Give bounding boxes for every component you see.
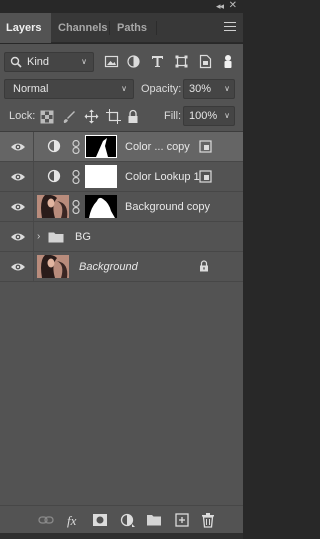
chevron-down-icon[interactable]: ∨ (224, 84, 230, 93)
tab-label: Channels (58, 22, 108, 34)
shape-filter-icon[interactable] (174, 54, 189, 69)
layer-name[interactable]: Background copy (125, 201, 210, 213)
layer-row[interactable]: Color ... copy (0, 132, 243, 162)
new-layer-icon[interactable] (174, 512, 190, 528)
layer-image-thumbnail[interactable] (37, 254, 69, 278)
panel-menu-icon[interactable] (224, 22, 236, 33)
close-panel-icon[interactable]: ✕ (229, 0, 237, 11)
eye-icon[interactable] (10, 201, 26, 213)
tab-label: Layers (6, 22, 42, 34)
blend-row: Normal ∨ Opacity: 30% ∨ (0, 79, 243, 101)
add-mask-icon[interactable] (92, 512, 108, 528)
adjustment-filter-icon[interactable] (126, 54, 141, 69)
layer-name[interactable]: Color ... copy (125, 141, 190, 153)
opacity-label: Opacity: (141, 83, 182, 95)
new-group-icon[interactable] (146, 512, 162, 528)
chevron-down-icon: ∨ (121, 84, 127, 93)
search-icon (10, 56, 22, 68)
lock-position-icon[interactable] (84, 109, 99, 124)
tab-label: Paths (117, 22, 147, 34)
fill-label: Fill: (164, 110, 182, 122)
layer-image-thumbnail[interactable] (37, 194, 69, 218)
panel-top-bar: ◂◂ ✕ (0, 0, 243, 13)
clipping-mask-icon (199, 170, 212, 183)
eye-icon[interactable] (10, 171, 26, 183)
svg-text:fx: fx (67, 513, 77, 528)
layer-row[interactable]: Background (0, 252, 243, 282)
chain-link-icon[interactable] (72, 140, 80, 154)
chain-link-icon[interactable] (72, 200, 80, 214)
lock-image-icon[interactable] (62, 110, 76, 124)
tab-channels[interactable]: Channels (52, 13, 110, 43)
layers-panel: Kind ∨ Normal ∨ Opacity: 30% ∨ Lock: Fil… (0, 44, 243, 539)
opacity-value: 30% (189, 83, 212, 95)
layer-name[interactable]: Background (79, 261, 138, 273)
chevron-down-icon[interactable]: ∨ (224, 111, 230, 120)
layer-name[interactable]: BG (75, 231, 91, 243)
filter-kind-label: Kind (27, 56, 50, 68)
collapse-panel-icon[interactable]: ◂◂ (216, 1, 224, 12)
tab-layers[interactable]: Layers (0, 13, 51, 43)
filter-kind-select[interactable]: Kind ∨ (4, 52, 94, 72)
layer-mask-thumbnail[interactable] (85, 135, 117, 158)
layer-mask-thumbnail[interactable] (85, 195, 117, 218)
folder-icon (48, 232, 64, 243)
layer-name[interactable]: Color Lookup 1 (125, 171, 200, 183)
blend-mode-select[interactable]: Normal ∨ (4, 79, 134, 99)
lock-icon (200, 260, 208, 272)
lock-row: Lock: Fill: 100% ∨ (0, 106, 243, 128)
filter-toggle-icon[interactable] (222, 54, 234, 69)
adjustment-layer-icon (47, 139, 61, 153)
new-adjustment-icon[interactable] (120, 512, 136, 528)
panel-tabs: Layers Channels Paths (0, 13, 243, 43)
layer-row[interactable]: Color Lookup 1 (0, 162, 243, 192)
type-filter-icon[interactable] (150, 54, 165, 69)
delete-icon[interactable] (200, 512, 216, 528)
link-layers-icon[interactable] (38, 512, 54, 528)
opacity-field[interactable]: 30% ∨ (183, 79, 235, 99)
tab-paths[interactable]: Paths (111, 13, 157, 43)
chevron-down-icon: ∨ (81, 57, 87, 66)
lock-transparent-icon[interactable] (40, 110, 54, 124)
adjustment-layer-icon (47, 169, 61, 183)
lock-artboard-icon[interactable] (106, 109, 121, 124)
lock-all-icon[interactable] (127, 109, 139, 124)
fill-field[interactable]: 100% ∨ (183, 106, 235, 126)
clipping-mask-icon (199, 140, 212, 153)
blend-mode-value: Normal (13, 83, 49, 95)
image-filter-icon[interactable] (104, 54, 119, 69)
panel-resize-grip[interactable] (0, 533, 243, 539)
chevron-right-icon[interactable]: › (37, 231, 40, 242)
eye-icon[interactable] (10, 141, 26, 153)
fill-value: 100% (189, 110, 218, 122)
chain-link-icon[interactable] (72, 170, 80, 184)
fx-icon[interactable]: fx (66, 512, 82, 528)
smart-object-filter-icon[interactable] (198, 54, 213, 69)
layer-group-row[interactable]: › BG (0, 222, 243, 252)
filter-row: Kind ∨ (4, 52, 239, 74)
eye-icon[interactable] (10, 261, 26, 273)
layer-row[interactable]: Background copy (0, 192, 243, 222)
lock-label: Lock: (9, 110, 36, 122)
layers-bottom-toolbar: fx (0, 505, 243, 533)
layer-mask-thumbnail[interactable] (85, 165, 117, 188)
eye-icon[interactable] (10, 231, 26, 243)
